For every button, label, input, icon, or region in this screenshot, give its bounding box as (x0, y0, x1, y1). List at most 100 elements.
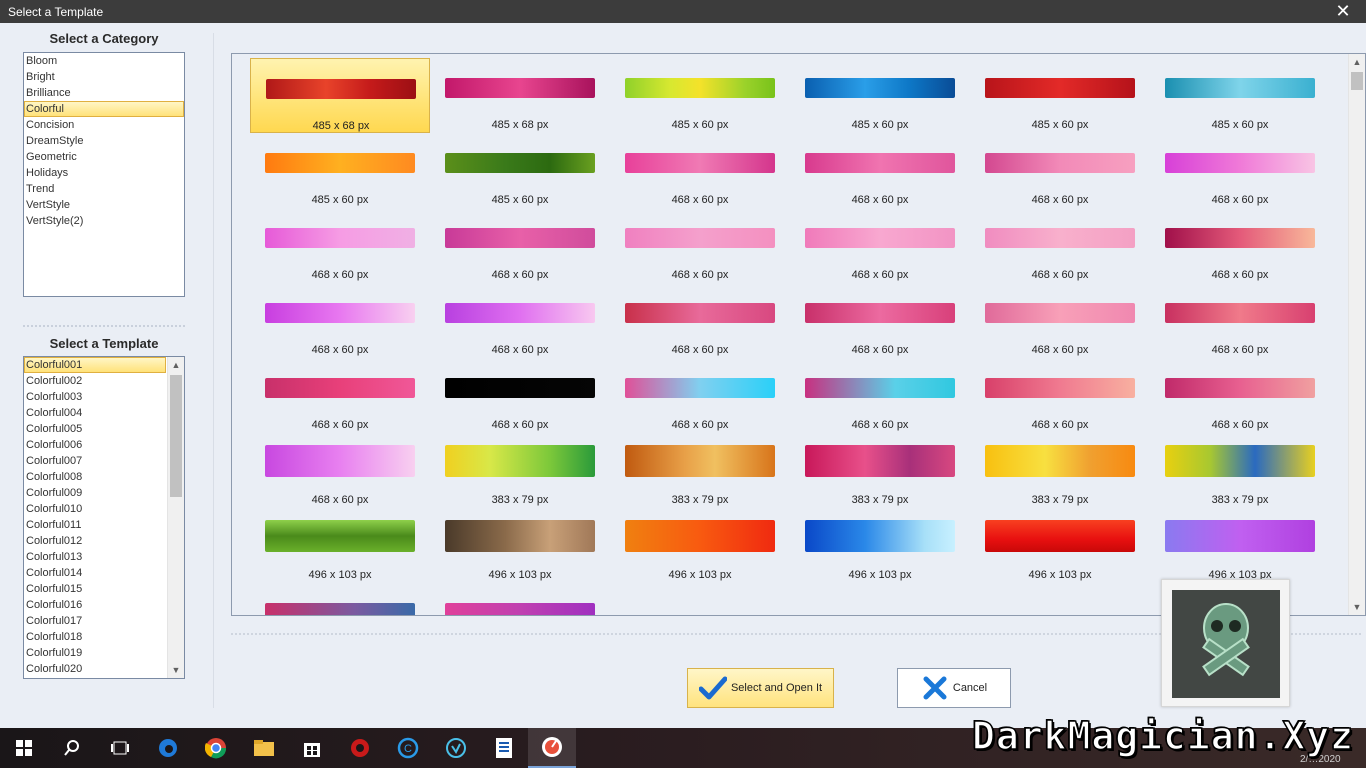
template-item[interactable]: Colorful004 (24, 405, 166, 421)
template-tile[interactable]: 468 x 60 px (790, 358, 970, 433)
grid-scrollbar[interactable]: ▲ ▼ (1348, 54, 1365, 615)
template-tile[interactable]: 468 x 60 px (610, 208, 790, 283)
template-item[interactable]: Colorful013 (24, 549, 166, 565)
template-tile[interactable]: 468 x 60 px (610, 283, 790, 358)
cancel-button[interactable]: Cancel (897, 668, 1011, 708)
template-item[interactable]: Colorful001 (24, 357, 166, 373)
template-item[interactable]: Colorful017 (24, 613, 166, 629)
template-tile[interactable]: 468 x 60 px (250, 283, 430, 358)
template-tile[interactable]: 496 x 103 px (970, 508, 1150, 583)
template-tile[interactable]: 383 x 79 px (430, 433, 610, 508)
template-tile[interactable]: 383 x 79 px (790, 433, 970, 508)
category-item[interactable]: Bright (24, 69, 184, 85)
app-icon-2[interactable] (432, 728, 480, 768)
category-item[interactable]: Brilliance (24, 85, 184, 101)
template-item[interactable]: Colorful009 (24, 485, 166, 501)
template-tile[interactable]: 468 x 60 px (790, 283, 970, 358)
category-item[interactable]: Geometric (24, 149, 184, 165)
scroll-thumb[interactable] (170, 375, 182, 497)
category-item[interactable]: DreamStyle (24, 133, 184, 149)
template-item[interactable]: Colorful018 (24, 629, 166, 645)
template-item[interactable]: Colorful019 (24, 645, 166, 661)
template-tile[interactable]: 468 x 60 px (1150, 358, 1330, 433)
app-icon[interactable] (336, 728, 384, 768)
store-icon[interactable] (288, 728, 336, 768)
notepad-icon[interactable] (480, 728, 528, 768)
template-tile[interactable]: 468 x 60 px (970, 133, 1150, 208)
category-item[interactable]: Colorful (24, 101, 184, 117)
category-item[interactable]: VertStyle(2) (24, 213, 184, 229)
template-item[interactable]: Colorful015 (24, 581, 166, 597)
template-tile[interactable]: 485 x 60 px (610, 58, 790, 133)
template-tile[interactable]: 468 x 60 px (970, 358, 1150, 433)
scroll-down-icon[interactable]: ▼ (1349, 599, 1365, 615)
template-tile[interactable]: 383 x 79 px (970, 433, 1150, 508)
template-tile[interactable]: 496 x 103 px (430, 508, 610, 583)
template-item[interactable]: Colorful008 (24, 469, 166, 485)
template-tile[interactable]: 496 x 103 px (610, 508, 790, 583)
template-tile[interactable]: 468 x 60 px (250, 358, 430, 433)
template-tile[interactable]: 468 x 60 px (250, 208, 430, 283)
template-tile[interactable]: 485 x 68 px (250, 58, 430, 133)
template-item[interactable]: Colorful003 (24, 389, 166, 405)
category-item[interactable]: Holidays (24, 165, 184, 181)
template-tile[interactable]: 496 x 103 px (1150, 508, 1330, 583)
template-item[interactable]: Colorful006 (24, 437, 166, 453)
scroll-down-icon[interactable]: ▼ (168, 662, 184, 678)
edge-icon[interactable] (144, 728, 192, 768)
template-tile[interactable]: 485 x 60 px (1150, 58, 1330, 133)
ccleaner-icon[interactable]: C (384, 728, 432, 768)
template-item[interactable]: Colorful002 (24, 373, 166, 389)
select-and-open-button[interactable]: Select and Open It (687, 668, 834, 708)
banner-maker-icon[interactable] (528, 728, 576, 768)
category-list[interactable]: Bloom Bright Brilliance Colorful Concision Dr… (23, 52, 185, 297)
template-tile[interactable]: 468 x 60 px (790, 208, 970, 283)
template-item[interactable]: Colorful005 (24, 421, 166, 437)
template-tile[interactable]: 383 x 79 px (610, 433, 790, 508)
template-item[interactable]: Colorful010 (24, 501, 166, 517)
search-icon[interactable] (48, 728, 96, 768)
chrome-icon[interactable] (192, 728, 240, 768)
template-item[interactable]: Colorful007 (24, 453, 166, 469)
template-item[interactable]: Colorful014 (24, 565, 166, 581)
template-tile[interactable]: 468 x 60 px (610, 133, 790, 208)
category-item[interactable]: Trend (24, 181, 184, 197)
file-explorer-icon[interactable] (240, 728, 288, 768)
template-item[interactable]: Colorful016 (24, 597, 166, 613)
category-item[interactable]: VertStyle (24, 197, 184, 213)
template-tile[interactable] (430, 583, 610, 615)
template-tile[interactable]: 485 x 60 px (790, 58, 970, 133)
template-list-scrollbar[interactable]: ▲ ▼ (167, 357, 184, 678)
category-item[interactable]: Concision (24, 117, 184, 133)
scroll-thumb[interactable] (1351, 72, 1363, 90)
template-tile[interactable]: 468 x 60 px (430, 208, 610, 283)
category-item[interactable]: Bloom (24, 53, 184, 69)
template-item[interactable]: Colorful011 (24, 517, 166, 533)
template-tile[interactable]: 468 x 60 px (1150, 133, 1330, 208)
template-tile[interactable]: 383 x 79 px (1150, 433, 1330, 508)
template-tile[interactable]: 485 x 60 px (430, 133, 610, 208)
scroll-up-icon[interactable]: ▲ (1349, 54, 1365, 70)
template-list[interactable]: Colorful001 Colorful002 Colorful003 Colorfu… (23, 356, 185, 679)
close-icon[interactable]: ✕ (1320, 0, 1366, 23)
template-tile[interactable]: 468 x 60 px (970, 208, 1150, 283)
template-tile[interactable]: 468 x 60 px (610, 358, 790, 433)
template-tile[interactable]: 485 x 60 px (250, 133, 430, 208)
template-tile[interactable]: 485 x 60 px (970, 58, 1150, 133)
template-tile[interactable]: 468 x 60 px (250, 433, 430, 508)
template-tile[interactable]: 485 x 68 px (430, 58, 610, 133)
scroll-up-icon[interactable]: ▲ (168, 357, 184, 373)
template-tile[interactable]: 468 x 60 px (1150, 283, 1330, 358)
template-tile[interactable]: 468 x 60 px (430, 283, 610, 358)
template-tile[interactable]: 468 x 60 px (790, 133, 970, 208)
template-tile[interactable]: 496 x 103 px (250, 508, 430, 583)
template-tile[interactable]: 468 x 60 px (1150, 208, 1330, 283)
template-tile[interactable] (250, 583, 430, 615)
template-item[interactable]: Colorful012 (24, 533, 166, 549)
template-tile[interactable]: 468 x 60 px (970, 283, 1150, 358)
windows-start-icon[interactable] (0, 728, 48, 768)
task-view-icon[interactable] (96, 728, 144, 768)
template-item[interactable]: Colorful020 (24, 661, 166, 677)
template-tile[interactable]: 468 x 60 px (430, 358, 610, 433)
template-tile[interactable]: 496 x 103 px (790, 508, 970, 583)
